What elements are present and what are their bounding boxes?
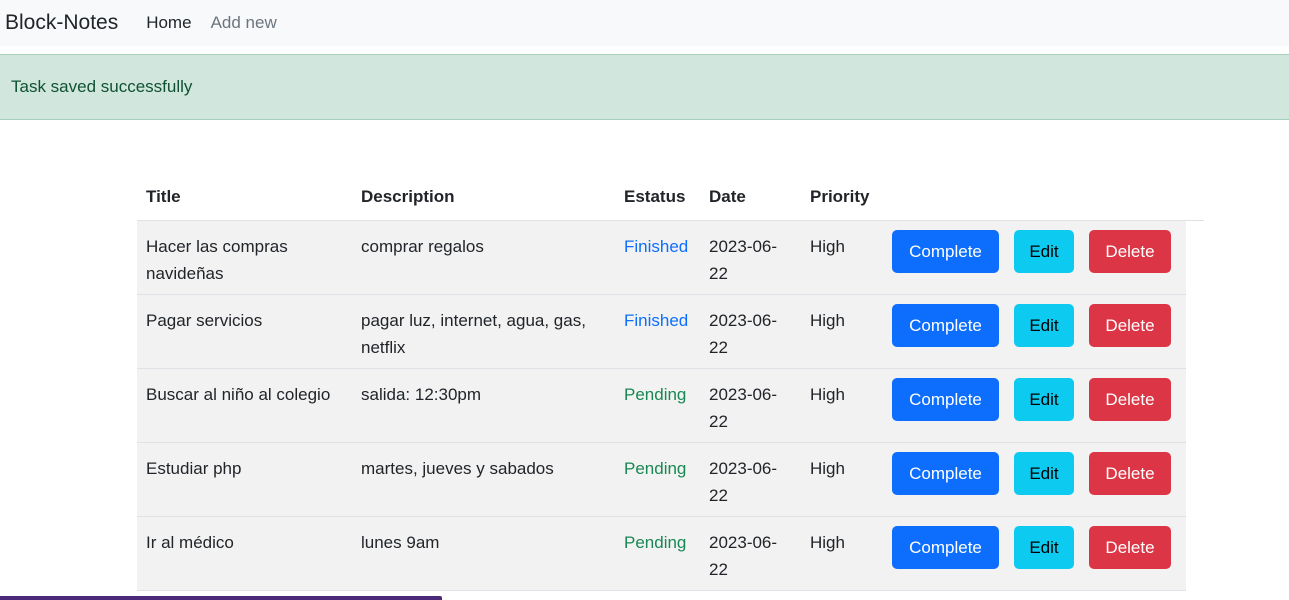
navbar: Block-Notes Home Add new <box>0 0 1289 46</box>
task-date: 2023-06-22 <box>700 294 801 369</box>
task-actions: Complete Edit Delete <box>883 294 1186 369</box>
row-spacer <box>1186 516 1204 590</box>
delete-button[interactable]: Delete <box>1089 451 1171 495</box>
task-status: Pending <box>615 442 700 517</box>
header-status: Estatus <box>615 174 700 221</box>
task-status: Finished <box>615 294 700 369</box>
task-date: 2023-06-22 <box>700 368 801 443</box>
edit-button[interactable]: Edit <box>1014 451 1074 495</box>
alert-message: Task saved successfully <box>11 77 193 96</box>
tasks-table-body: Hacer las compras navideñas comprar regal… <box>137 220 1204 591</box>
task-actions: Complete Edit Delete <box>883 442 1186 517</box>
nav-link-add-new[interactable]: Add new <box>211 13 277 33</box>
table-row: Pagar servicios pagar luz, internet, agua… <box>137 294 1204 369</box>
row-spacer <box>1186 442 1204 516</box>
header-title: Title <box>137 174 352 221</box>
task-title: Pagar servicios <box>137 294 352 369</box>
task-title: Buscar al niño al colegio <box>137 368 352 443</box>
tasks-table-container: Title Description Estatus Date Priority … <box>137 174 1204 591</box>
task-description: salida: 12:30pm <box>352 368 615 443</box>
task-actions: Complete Edit Delete <box>883 516 1186 591</box>
task-actions: Complete Edit Delete <box>883 368 1186 443</box>
header-spacer <box>1186 174 1204 221</box>
complete-button[interactable]: Complete <box>892 377 999 421</box>
task-title: Hacer las compras navideñas <box>137 220 352 295</box>
task-status: Pending <box>615 368 700 443</box>
edit-button[interactable]: Edit <box>1014 229 1074 273</box>
task-date: 2023-06-22 <box>700 220 801 295</box>
task-priority: High <box>801 368 883 443</box>
task-date: 2023-06-22 <box>700 516 801 591</box>
nav-link-home[interactable]: Home <box>146 13 191 33</box>
complete-button[interactable]: Complete <box>892 229 999 273</box>
header-date: Date <box>700 174 801 221</box>
table-row: Buscar al niño al colegio salida: 12:30pm… <box>137 368 1204 443</box>
table-row: Ir al médico lunes 9am Pending 2023-06-22 Hi… <box>137 516 1204 591</box>
table-header-row: Title Description Estatus Date Priority <box>137 174 1204 221</box>
tasks-table: Title Description Estatus Date Priority … <box>137 174 1204 591</box>
task-priority: High <box>801 294 883 369</box>
edit-button[interactable]: Edit <box>1014 303 1074 347</box>
table-row: Hacer las compras navideñas comprar regal… <box>137 220 1204 295</box>
task-priority: High <box>801 220 883 295</box>
complete-button[interactable]: Complete <box>892 303 999 347</box>
delete-button[interactable]: Delete <box>1089 377 1171 421</box>
task-priority: High <box>801 516 883 591</box>
delete-button[interactable]: Delete <box>1089 303 1171 347</box>
row-spacer <box>1186 220 1204 294</box>
task-status: Finished <box>615 220 700 295</box>
bottom-progress-bar <box>0 596 442 600</box>
task-title: Estudiar php <box>137 442 352 517</box>
row-spacer <box>1186 368 1204 442</box>
edit-button[interactable]: Edit <box>1014 525 1074 569</box>
task-title: Ir al médico <box>137 516 352 591</box>
task-date: 2023-06-22 <box>700 442 801 517</box>
brand-logo[interactable]: Block-Notes <box>5 11 118 35</box>
complete-button[interactable]: Complete <box>892 525 999 569</box>
header-actions <box>883 174 1186 221</box>
task-actions: Complete Edit Delete <box>883 220 1186 295</box>
delete-button[interactable]: Delete <box>1089 525 1171 569</box>
row-spacer <box>1186 294 1204 368</box>
success-alert: Task saved successfully <box>0 54 1289 120</box>
header-priority: Priority <box>801 174 883 221</box>
task-status: Pending <box>615 516 700 591</box>
delete-button[interactable]: Delete <box>1089 229 1171 273</box>
task-priority: High <box>801 442 883 517</box>
header-description: Description <box>352 174 615 221</box>
task-description: comprar regalos <box>352 220 615 295</box>
task-description: pagar luz, internet, agua, gas, netflix <box>352 294 615 369</box>
task-description: lunes 9am <box>352 516 615 591</box>
table-row: Estudiar php martes, jueves y sabados Pend… <box>137 442 1204 517</box>
task-description: martes, jueves y sabados <box>352 442 615 517</box>
complete-button[interactable]: Complete <box>892 451 999 495</box>
edit-button[interactable]: Edit <box>1014 377 1074 421</box>
